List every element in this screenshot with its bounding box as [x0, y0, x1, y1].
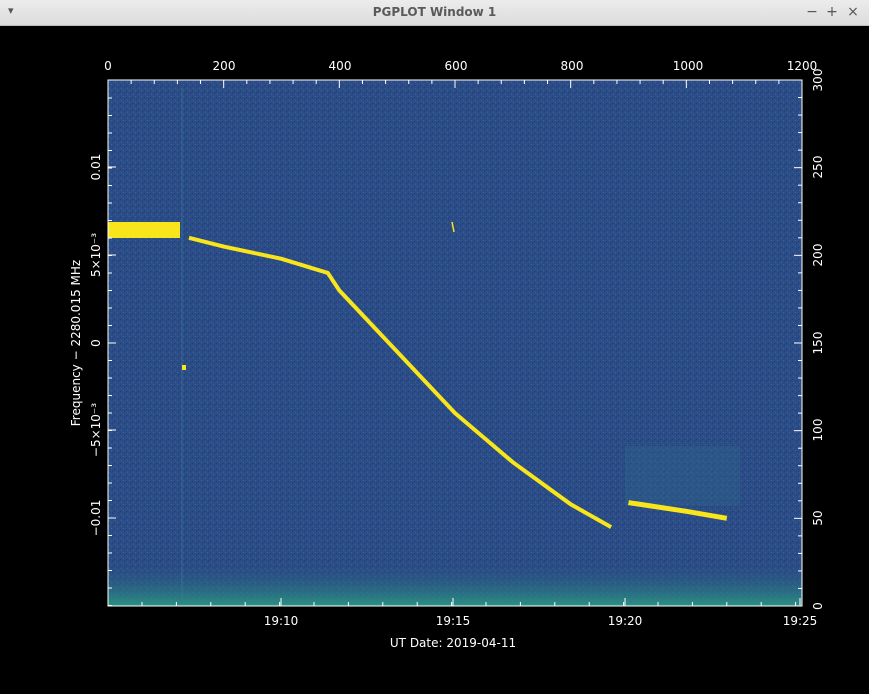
top-tick-label: 200	[213, 59, 236, 73]
right-tick-label: 50	[811, 510, 825, 525]
left-tick-label: 0.01	[89, 154, 103, 181]
bottom-tick-label: 19:25	[783, 614, 818, 628]
y-axis-label: Frequency − 2280.015 MHz	[69, 260, 83, 426]
top-tick-label: 800	[561, 59, 584, 73]
bottom-tick-label: 19:10	[264, 614, 299, 628]
right-tick-label: 100	[811, 419, 825, 442]
left-tick-label: 5×10⁻³	[89, 233, 103, 277]
bottom-tick-label: 19:20	[608, 614, 643, 628]
close-button[interactable]: ×	[845, 3, 861, 21]
noise-band	[108, 561, 802, 606]
pgplot-window: ▾ PGPLOT Window 1 − + × 0 200 400 600 80…	[0, 0, 869, 694]
signal-blob	[108, 222, 180, 238]
right-tick-label: 0	[811, 602, 825, 610]
top-tick-label: 600	[445, 59, 468, 73]
bottom-tick-label: 19:15	[436, 614, 471, 628]
top-tick-label: 400	[329, 59, 352, 73]
maximize-button[interactable]: +	[824, 3, 840, 21]
left-tick-label: 0	[89, 339, 103, 347]
heatmap-background	[108, 80, 802, 606]
left-tick-label: −0.01	[89, 500, 103, 537]
right-tick-label: 150	[811, 332, 825, 355]
top-tick-label: 0	[104, 59, 112, 73]
left-tick-label: −5×10⁻³	[89, 403, 103, 457]
right-tick-label: 250	[811, 156, 825, 179]
title-bar: ▾ PGPLOT Window 1 − + ×	[0, 0, 869, 26]
right-tick-label: 300	[811, 69, 825, 92]
spectrogram-plot: 0 200 400 600 800 1000 1200 0 50 100 150…	[69, 59, 825, 650]
x-axis-label: UT Date: 2019-04-11	[390, 636, 516, 650]
minimize-button[interactable]: −	[804, 3, 820, 21]
right-tick-label: 200	[811, 244, 825, 267]
top-tick-label: 1000	[673, 59, 704, 73]
window-title: PGPLOT Window 1	[372, 5, 497, 19]
noise-patch	[625, 446, 740, 506]
signal-spot	[182, 365, 186, 370]
